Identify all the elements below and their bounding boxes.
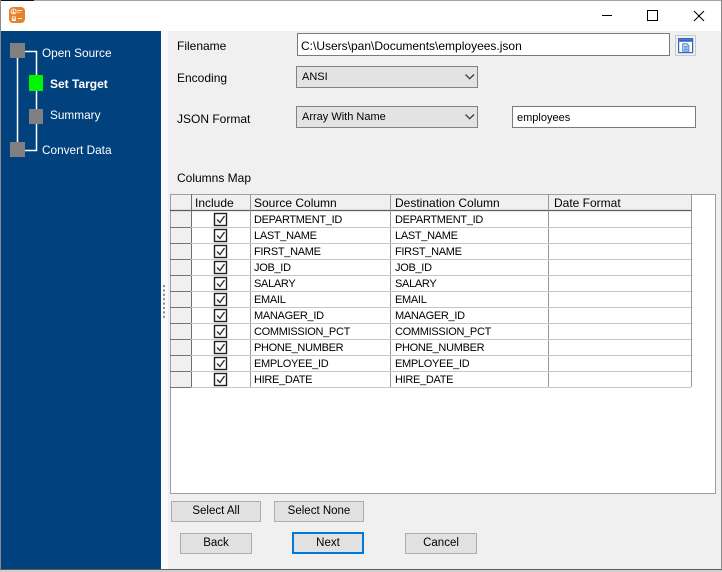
- svg-text:SALARY: SALARY: [254, 278, 296, 290]
- svg-text:HIRE_DATE: HIRE_DATE: [395, 374, 453, 386]
- svg-text:Include: Include: [195, 196, 234, 210]
- svg-text:Source Column: Source Column: [254, 196, 337, 210]
- svg-text:HIRE_DATE: HIRE_DATE: [254, 374, 312, 386]
- svg-text:PHONE_NUMBER: PHONE_NUMBER: [254, 342, 344, 354]
- svg-text:MANAGER_ID: MANAGER_ID: [254, 310, 324, 322]
- svg-text:Destination Column: Destination Column: [395, 196, 500, 210]
- svg-text:DEPARTMENT_ID: DEPARTMENT_ID: [395, 214, 483, 226]
- svg-text:EMAIL: EMAIL: [395, 294, 427, 306]
- svg-text:DEPARTMENT_ID: DEPARTMENT_ID: [254, 214, 342, 226]
- svg-text:LAST_NAME: LAST_NAME: [395, 230, 458, 242]
- svg-text:EMPLOYEE_ID: EMPLOYEE_ID: [254, 358, 329, 370]
- svg-text:EMPLOYEE_ID: EMPLOYEE_ID: [395, 358, 470, 370]
- svg-text:SALARY: SALARY: [395, 278, 437, 290]
- svg-text:COMMISSION_PCT: COMMISSION_PCT: [395, 326, 492, 338]
- svg-text:FIRST_NAME: FIRST_NAME: [254, 246, 321, 258]
- svg-text:JOB_ID: JOB_ID: [395, 262, 432, 274]
- svg-text:MANAGER_ID: MANAGER_ID: [395, 310, 465, 322]
- svg-text:LAST_NAME: LAST_NAME: [254, 230, 317, 242]
- svg-text:Date Format: Date Format: [554, 196, 621, 210]
- svg-text:JOB_ID: JOB_ID: [254, 262, 291, 274]
- svg-text:EMAIL: EMAIL: [254, 294, 286, 306]
- svg-text:PHONE_NUMBER: PHONE_NUMBER: [395, 342, 485, 354]
- svg-text:COMMISSION_PCT: COMMISSION_PCT: [254, 326, 351, 338]
- svg-text:FIRST_NAME: FIRST_NAME: [395, 246, 462, 258]
